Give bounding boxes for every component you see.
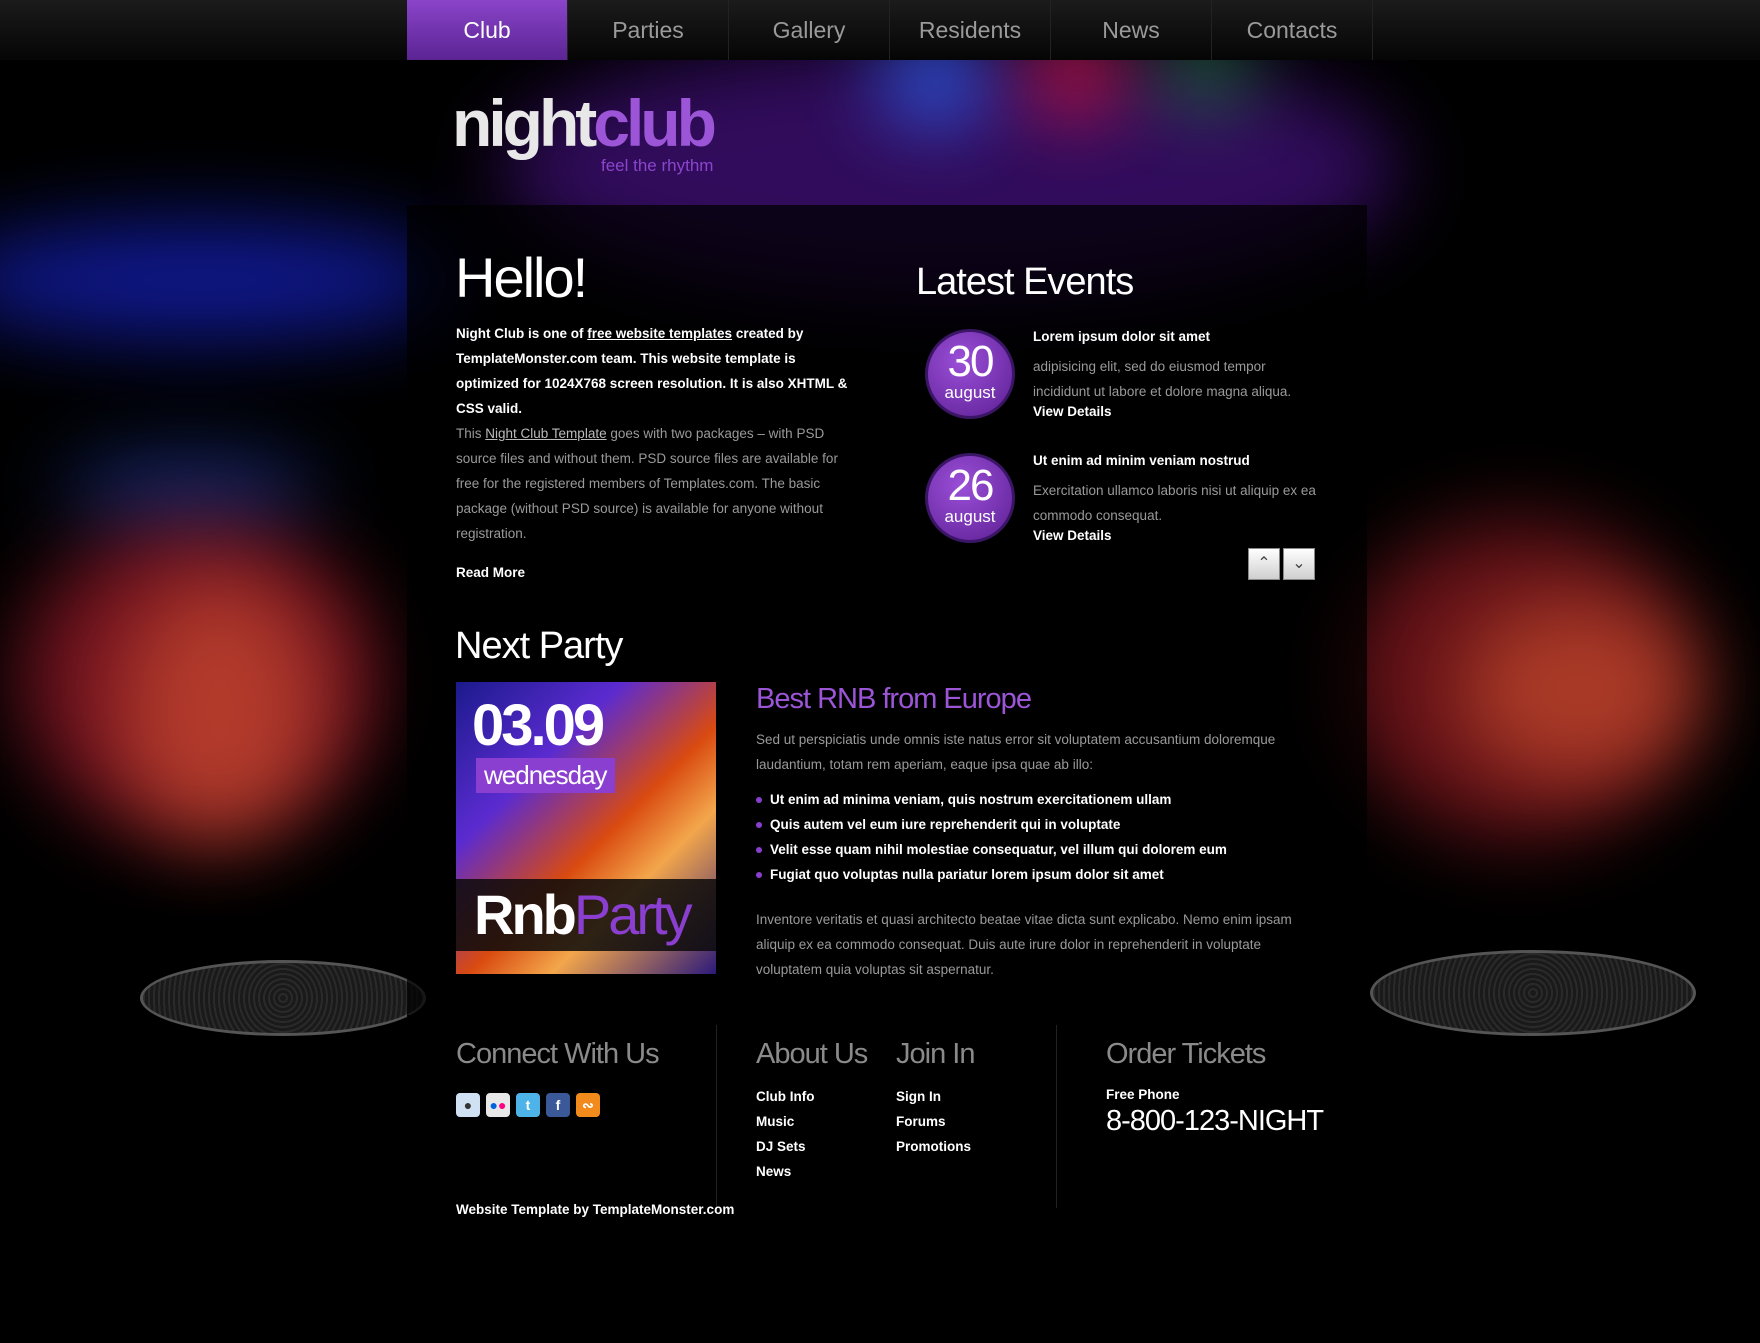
footer-link-dj-sets[interactable]: DJ Sets (756, 1139, 806, 1154)
top-nav: Club Parties Gallery Residents News Cont… (0, 0, 1760, 60)
nav-item-news[interactable]: News (1051, 0, 1212, 60)
social-links: ● ●● t f ∾ (456, 1093, 600, 1117)
nav-item-club[interactable]: Club (407, 0, 568, 60)
site-logo[interactable]: nightclub feel the rhythm (452, 90, 717, 175)
view-details-link[interactable]: View Details (1033, 404, 1112, 419)
footer: Connect With Us ● ●● t f ∾ About Us Club… (407, 1015, 1367, 1217)
event-title: Lorem ipsum dolor sit amet (1033, 329, 1211, 344)
event-title: Ut enim ad minim veniam nostrud (1033, 453, 1250, 468)
event-description: Exercitation ullamco laboris nisi ut ali… (1033, 483, 1316, 523)
party-feature-list: Ut enim ad minima veniam, quis nostrum e… (756, 787, 1227, 887)
footer-link-forums[interactable]: Forums (896, 1114, 946, 1129)
footer-link-promotions[interactable]: Promotions (896, 1139, 971, 1154)
twitter-icon[interactable]: t (516, 1093, 540, 1117)
logo-club-text: club (593, 86, 717, 160)
flickr-icon[interactable]: ●● (486, 1093, 510, 1117)
footer-credit: Website Template by TemplateMonster.com (456, 1202, 735, 1217)
footer-divider (1056, 1025, 1057, 1208)
hello-heading: Hello! (455, 246, 588, 309)
phone-number: 8-800-123-NIGHT (1106, 1105, 1324, 1137)
flyer-date: 03.09 (472, 693, 605, 758)
about-links: Club Info Music DJ Sets News (756, 1084, 814, 1184)
join-links: Sign In Forums Promotions (896, 1084, 971, 1159)
free-phone-label: Free Phone (1106, 1087, 1180, 1102)
flyer-title-band: RnbParty (456, 879, 716, 951)
footer-link-club-info[interactable]: Club Info (756, 1089, 814, 1104)
nav-item-parties[interactable]: Parties (568, 0, 729, 60)
read-more-link[interactable]: Read More (456, 565, 525, 580)
nav-item-gallery[interactable]: Gallery (729, 0, 890, 60)
footer-link-sign-in[interactable]: Sign In (896, 1089, 941, 1104)
list-item: Quis autem vel eum iure reprehenderit qu… (756, 812, 1227, 837)
footer-divider (716, 1025, 717, 1208)
view-details-link[interactable]: View Details (1033, 528, 1112, 543)
list-item: Fugiat quo voluptas nulla pariatur lorem… (756, 862, 1227, 887)
chevron-up-icon: ⌃ (1257, 555, 1271, 572)
intro-paragraph-2: This Night Club Template goes with two p… (456, 426, 838, 541)
connect-heading: Connect With Us (456, 1038, 660, 1070)
party-description-2: Inventore veritatis et quasi architecto … (756, 912, 1292, 977)
footer-link-music[interactable]: Music (756, 1114, 794, 1129)
rss-icon[interactable]: ∾ (576, 1093, 600, 1117)
party-flyer-image[interactable]: 03.09 wednesday RnbParty (456, 682, 716, 974)
flyer-party-text: Party (573, 883, 693, 946)
event-date-badge: 26 august (925, 453, 1015, 543)
party-description: Sed ut perspiciatis unde omnis iste natu… (756, 732, 1276, 772)
events-scroll-down-button[interactable]: ⌄ (1283, 548, 1315, 580)
footer-link-news[interactable]: News (756, 1164, 791, 1179)
main-panel: Hello! Night Club is one of free website… (407, 205, 1367, 1015)
nav-item-contacts[interactable]: Contacts (1212, 0, 1373, 60)
event-description: adipisicing elit, sed do eiusmod tempor … (1033, 359, 1292, 399)
logo-night-text: night (452, 86, 597, 160)
list-item: Ut enim ad minima veniam, quis nostrum e… (756, 787, 1227, 812)
next-party-heading: Next Party (455, 625, 623, 667)
night-club-template-link[interactable]: Night Club Template (485, 426, 606, 441)
join-heading: Join In (896, 1038, 975, 1070)
free-templates-link[interactable]: free website templates (587, 326, 732, 341)
intro-paragraph: Night Club is one of free website templa… (456, 326, 848, 416)
reddit-icon[interactable]: ● (456, 1093, 480, 1117)
events-scroll-up-button[interactable]: ⌃ (1248, 548, 1280, 580)
nav-item-residents[interactable]: Residents (890, 0, 1051, 60)
latest-events-heading: Latest Events (916, 261, 1134, 303)
about-heading: About Us (756, 1038, 868, 1070)
event-date-badge: 30 august (925, 329, 1015, 419)
logo-tagline: feel the rhythm (601, 156, 714, 175)
order-tickets-heading: Order Tickets (1106, 1038, 1266, 1070)
flyer-rnb-text: Rnb (474, 883, 577, 946)
facebook-icon[interactable]: f (546, 1093, 570, 1117)
party-headline: Best RNB from Europe (756, 683, 1032, 715)
chevron-down-icon: ⌄ (1292, 555, 1306, 572)
list-item: Velit esse quam nihil molestiae consequa… (756, 837, 1227, 862)
flyer-weekday: wednesday (476, 758, 615, 793)
